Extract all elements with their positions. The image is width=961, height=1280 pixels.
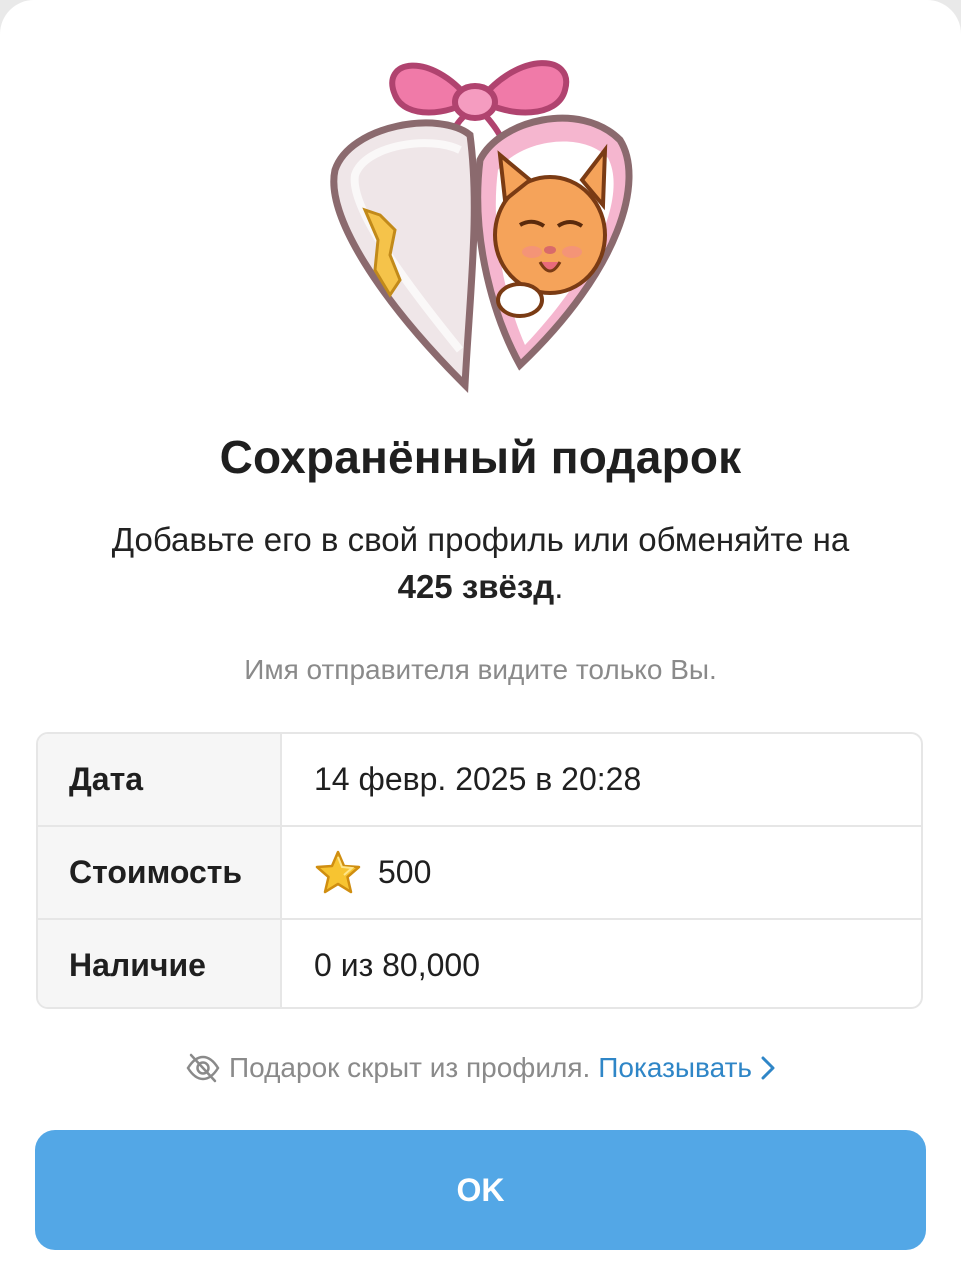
gift-description: Добавьте его в свой профиль или обменяйт…: [80, 516, 881, 610]
availability-value: 0 из 80,000: [314, 947, 480, 983]
cost-label: Стоимость: [38, 827, 282, 918]
date-value: 14 февр. 2025 в 20:28: [314, 761, 642, 797]
hidden-status-text: Подарок скрыт из профиля.: [229, 1052, 591, 1083]
show-in-profile-link[interactable]: Показывать: [598, 1052, 776, 1084]
table-row-availability: Наличие 0 из 80,000: [38, 920, 921, 1007]
star-icon: [315, 850, 361, 893]
description-prefix: Добавьте его в свой профиль или обменяйт…: [111, 521, 850, 558]
date-label: Дата: [38, 734, 282, 825]
gift-sheet: Сохранённый подарок Добавьте его в свой …: [0, 0, 961, 1280]
heart-locket-cat-icon: [330, 60, 633, 394]
availability-label: Наличие: [38, 920, 282, 1007]
table-row-cost: Стоимость 500: [38, 827, 921, 920]
show-link-label: Показывать: [598, 1052, 752, 1083]
table-row-date: Дата 14 февр. 2025 в 20:28: [38, 734, 921, 827]
eye-off-icon: [186, 1053, 220, 1083]
profile-visibility-line: Подарок скрыт из профиля. Показывать: [0, 1050, 961, 1086]
cost-cell: 500: [282, 827, 921, 918]
sender-visibility-note: Имя отправителя видите только Вы.: [244, 654, 717, 685]
gift-details-table: Дата 14 февр. 2025 в 20:28 Стоимость 500…: [36, 732, 923, 1009]
ok-button[interactable]: OK: [35, 1130, 926, 1250]
stars-amount: 425 звёзд: [397, 568, 555, 605]
page-title: Сохранённый подарок: [219, 431, 742, 483]
description-suffix: .: [554, 568, 564, 605]
chevron-right-icon: [761, 1056, 775, 1080]
cost-value: 500: [378, 854, 432, 890]
